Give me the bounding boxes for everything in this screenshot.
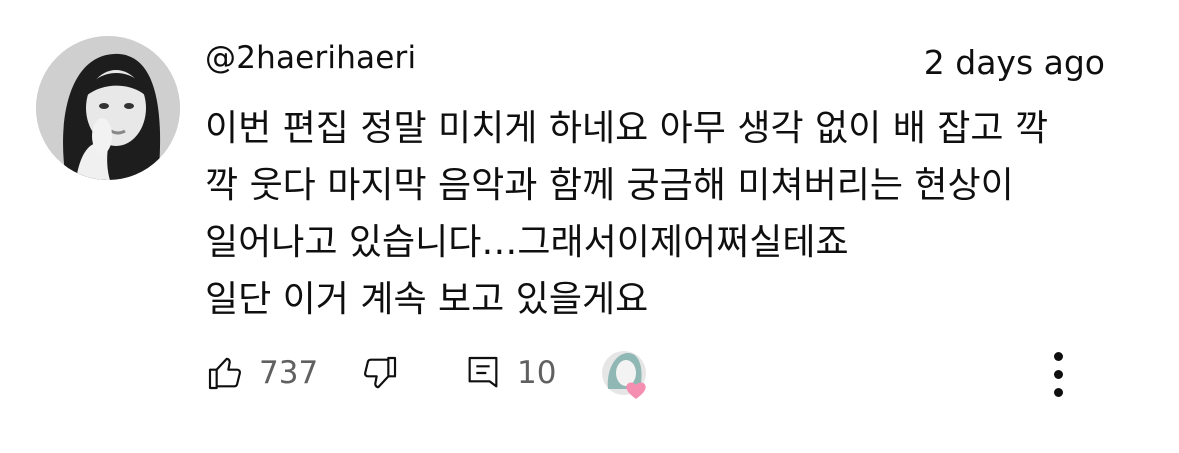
dislike-button[interactable]	[360, 353, 400, 393]
more-vertical-icon	[1053, 352, 1063, 361]
comment-action-bar: 737 10	[205, 340, 1105, 410]
like-button[interactable]: 737	[205, 353, 318, 393]
comment-text-line: 깍 웃다 마지막 음악과 함께 궁금해 미쳐버리는 현상이	[205, 165, 1014, 206]
comment-timestamp[interactable]: 2 days ago	[924, 43, 1105, 82]
comment-icon	[468, 356, 498, 388]
avatar-image	[36, 36, 180, 180]
reply-button[interactable]: 10	[463, 353, 556, 393]
more-vertical-icon	[1053, 388, 1063, 397]
creator-heart[interactable]	[598, 345, 662, 409]
more-options-button[interactable]	[1040, 348, 1076, 404]
avatar[interactable]	[36, 36, 180, 180]
comment-text-line: 일어나고 있습니다…그래서이제어쩌실테죠	[205, 222, 849, 263]
comment-text: 이번 편집 정말 미치게 하네요 아무 생각 없이 배 잡고 깍 깍 웃다 마지…	[205, 100, 1135, 328]
creator-heart-icon	[602, 351, 646, 399]
thumbs-up-icon	[208, 357, 241, 390]
thumbs-down-icon	[364, 356, 397, 389]
author-handle[interactable]: @2haerihaeri	[205, 40, 416, 76]
comment-text-line: 이번 편집 정말 미치게 하네요 아무 생각 없이 배 잡고 깍	[205, 108, 1049, 149]
comment-text-line: 일단 이거 계속 보고 있을게요	[205, 279, 649, 320]
more-vertical-icon	[1053, 370, 1063, 379]
like-count: 737	[259, 355, 319, 391]
reply-count: 10	[517, 355, 557, 391]
